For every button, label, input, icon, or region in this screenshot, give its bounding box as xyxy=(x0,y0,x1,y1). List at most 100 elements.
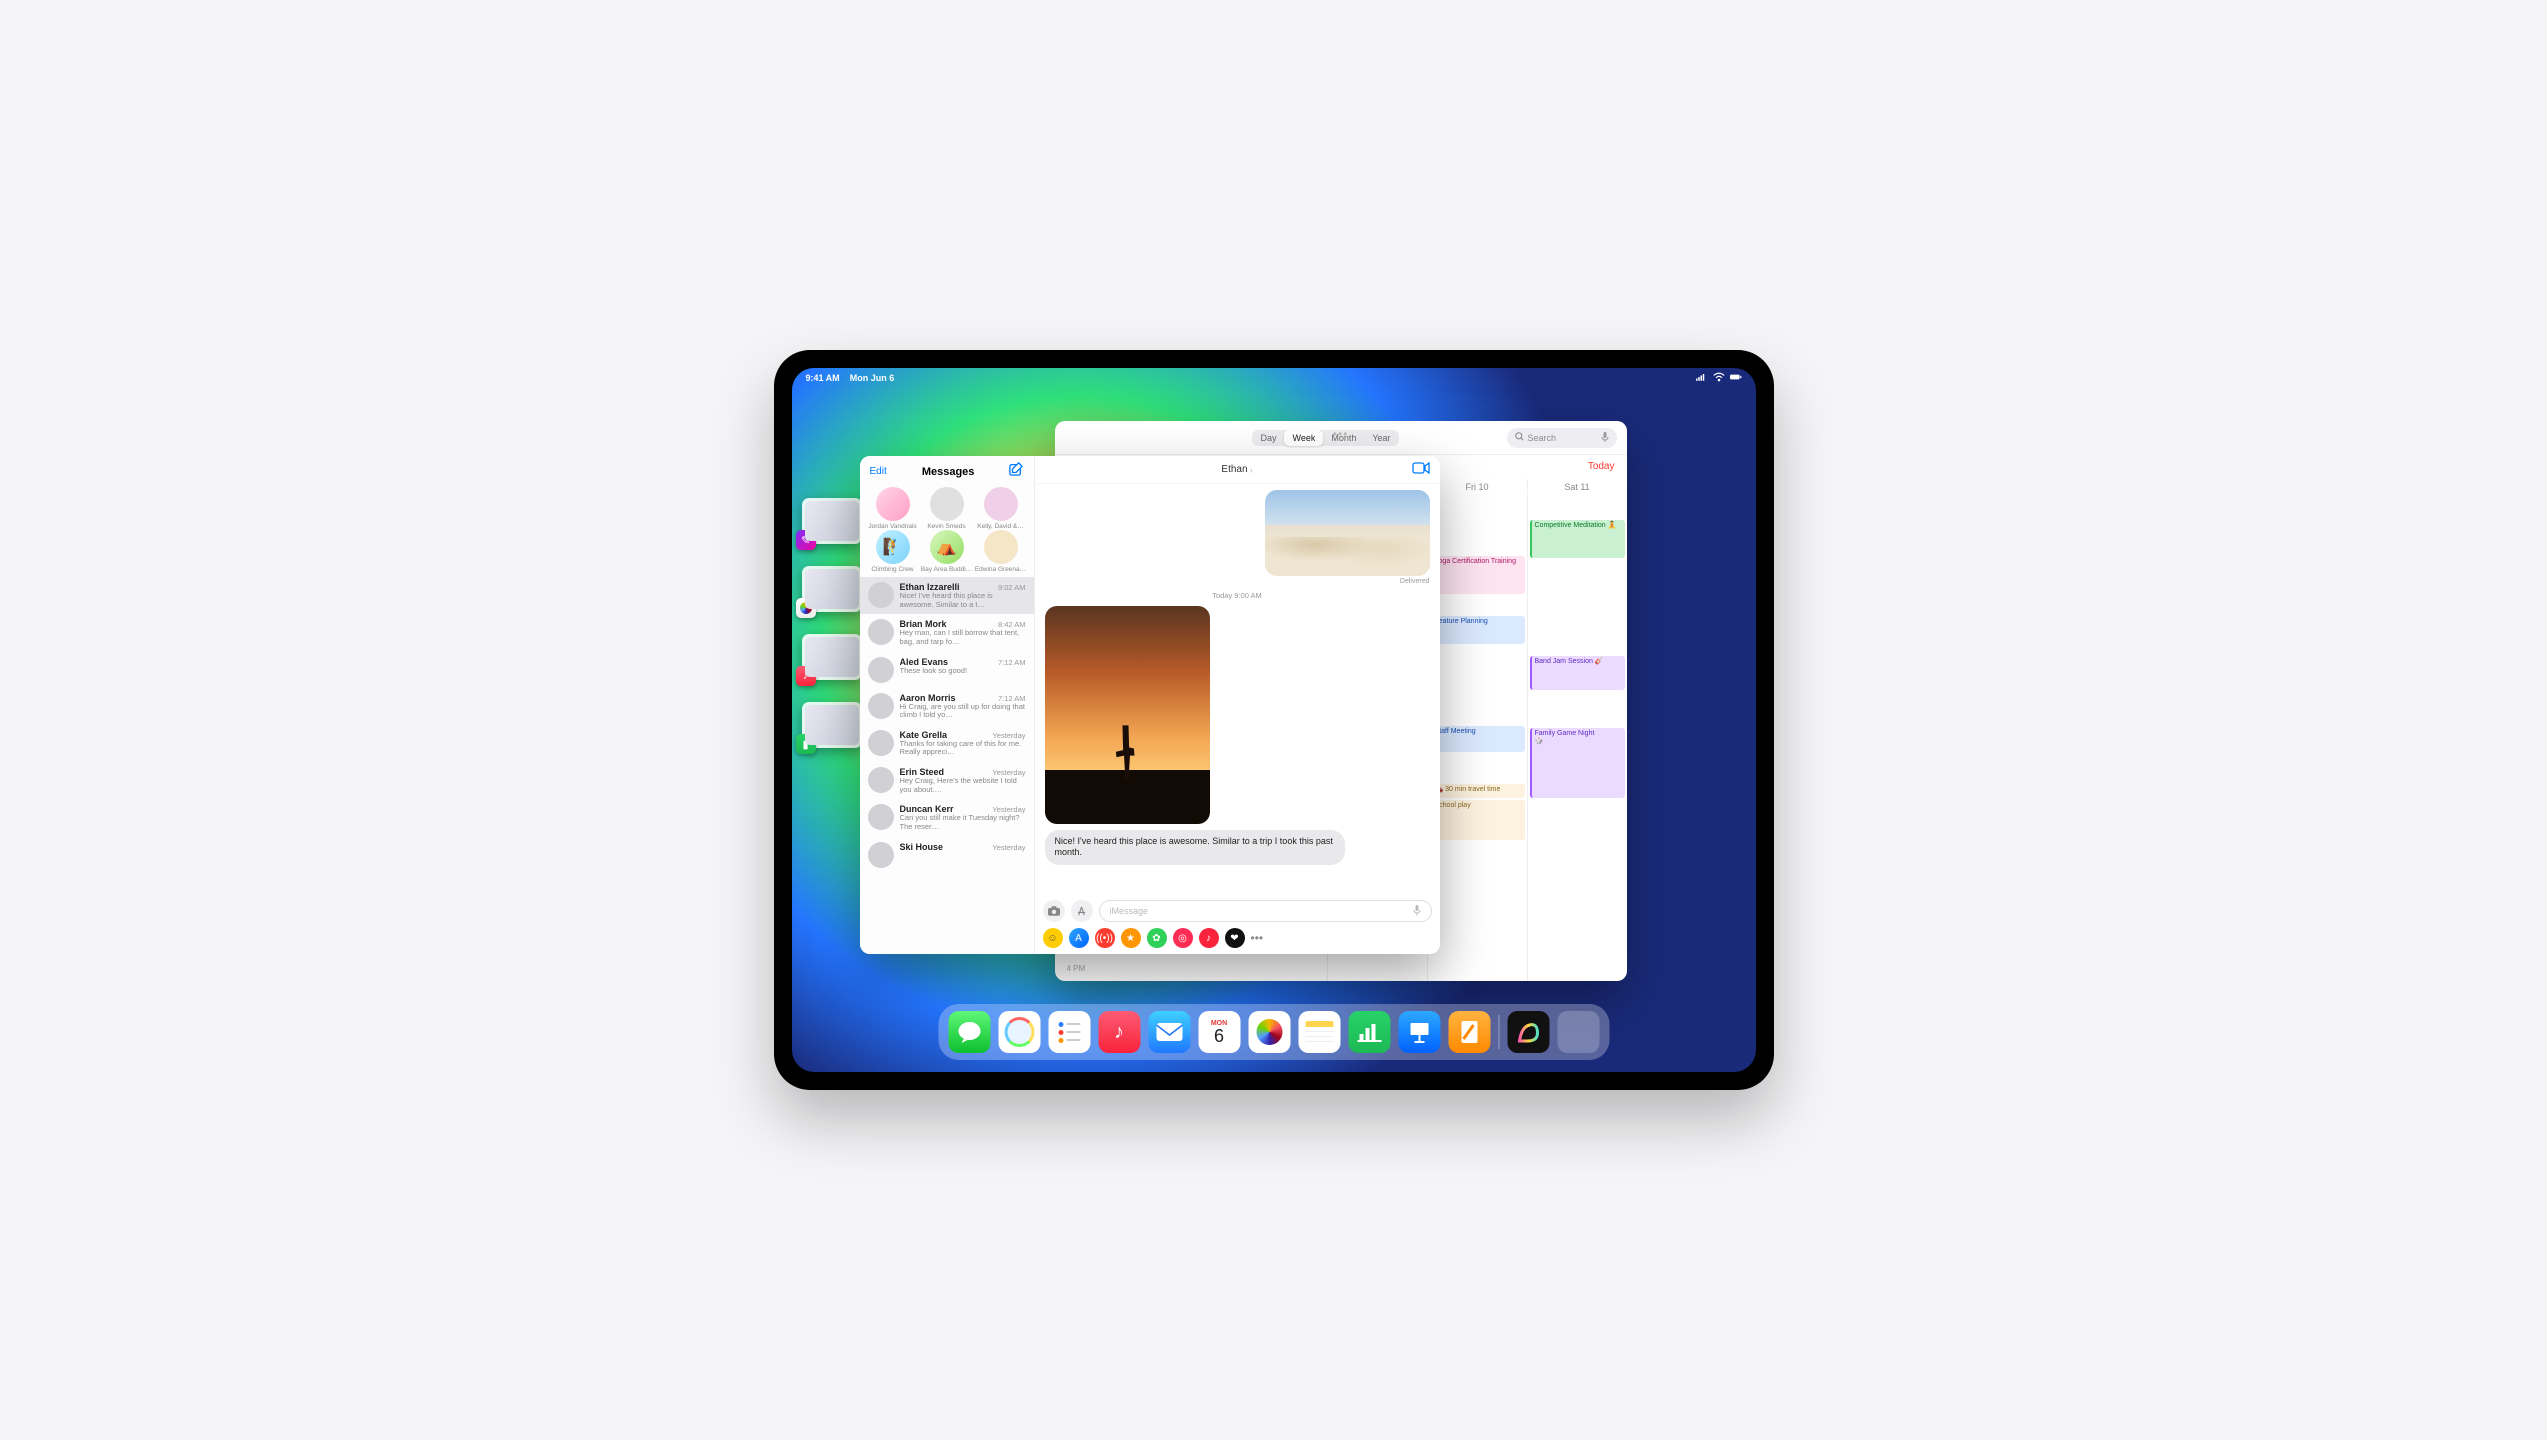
conversation-time: 7:12 AM xyxy=(998,694,1026,703)
camera-button-icon[interactable] xyxy=(1043,900,1065,922)
dock-music-icon[interactable]: ♪ xyxy=(1098,1011,1140,1053)
avatar xyxy=(984,530,1018,564)
dock-mail-icon[interactable] xyxy=(1148,1011,1190,1053)
compose-area: iMessage ☺ A ((•)) ★ ✿ ◎ ♪ xyxy=(1035,894,1440,954)
seg-week[interactable]: Week xyxy=(1284,430,1323,446)
conversation-row[interactable]: Duncan KerrYesterdayCan you still make i… xyxy=(860,799,1034,836)
seg-day[interactable]: Day xyxy=(1252,430,1284,446)
stage-pile-1[interactable]: ✎ xyxy=(802,498,862,544)
dock-notes-icon[interactable] xyxy=(1298,1011,1340,1053)
pinned-conversation[interactable]: Jordan Vandnais xyxy=(866,487,920,530)
dictate-icon[interactable] xyxy=(1413,905,1421,918)
messages-window[interactable]: ••• Edit Messages Jordan Vandnais Kevin S… xyxy=(860,456,1440,954)
memoji-app-icon[interactable]: ☺ xyxy=(1043,928,1063,948)
appstore-app-icon[interactable]: A xyxy=(1069,928,1089,948)
messages-title: Messages xyxy=(922,466,975,478)
conversation-row[interactable]: Ethan Izzarelli9:02 AMNice! I've heard t… xyxy=(860,577,1034,614)
search-placeholder: Search xyxy=(1528,433,1557,443)
pinned-conversation[interactable]: ⛺Bay Area Buddi… xyxy=(920,530,974,573)
conversation-time: 8:42 AM xyxy=(998,620,1026,629)
day-header[interactable]: Sat 11 xyxy=(1527,479,1627,495)
conversation-row[interactable]: Kate GrellaYesterdayThanks for taking ca… xyxy=(860,725,1034,762)
music-app-icon[interactable]: ♪ xyxy=(1199,928,1219,948)
window-multitask-dots-icon[interactable]: ••• xyxy=(1333,427,1349,441)
dock-messages-icon[interactable] xyxy=(948,1011,990,1053)
calendar-event[interactable]: School play xyxy=(1430,800,1525,840)
photos-app-icon[interactable]: ✿ xyxy=(1147,928,1167,948)
conversation-name: Aaron Morris xyxy=(900,693,956,703)
dock-calendar-icon[interactable]: MON 6 xyxy=(1198,1011,1240,1053)
signal-icon xyxy=(1696,372,1708,384)
calendar-event[interactable]: Family Game Night🎲 xyxy=(1530,728,1625,798)
conversation-name: Kate Grella xyxy=(900,730,948,740)
audio-app-icon[interactable]: ((•)) xyxy=(1095,928,1115,948)
conversation-row[interactable]: Aled Evans7:12 AMThese look so good! xyxy=(860,652,1034,688)
dock-procreate-icon[interactable] xyxy=(1507,1011,1549,1053)
conversation-preview: Hi Craig, are you still up for doing tha… xyxy=(900,703,1026,720)
ipad-device-frame: 9:41 AM Mon Jun 6 ✎ xyxy=(774,350,1774,1090)
avatar: 🧗 xyxy=(876,530,910,564)
conversation-row[interactable]: Brian Mork8:42 AMHey man, can I still bo… xyxy=(860,614,1034,651)
day-header[interactable]: Fri 10 xyxy=(1427,479,1527,495)
conversation-row[interactable]: Aaron Morris 7:12 AMHi Craig, are you sti… xyxy=(860,688,1034,725)
calendar-column-sat: Competitive Meditation 🧘 Band Jam Session… xyxy=(1527,496,1627,981)
edit-button[interactable]: Edit xyxy=(870,466,887,477)
mic-icon[interactable] xyxy=(1601,432,1609,444)
calendar-event[interactable]: 🚗 30 min travel time xyxy=(1430,784,1525,798)
imessage-input[interactable]: iMessage xyxy=(1099,900,1432,922)
conversation-time: Yesterday xyxy=(992,805,1025,814)
ipad-screen: 9:41 AM Mon Jun 6 ✎ xyxy=(792,368,1756,1072)
dock-safari-icon[interactable] xyxy=(998,1011,1040,1053)
received-text-bubble[interactable]: Nice! I've heard this place is awesome. … xyxy=(1045,830,1345,865)
seg-year[interactable]: Year xyxy=(1364,430,1398,446)
pinned-conversation[interactable]: Kelly, David &… xyxy=(974,487,1028,530)
dock-app-folder[interactable] xyxy=(1557,1011,1599,1053)
conversation-time: 9:02 AM xyxy=(998,583,1026,592)
avatar xyxy=(868,582,894,608)
calendar-column-fri: Yoga Certification Training Feature Plann… xyxy=(1427,496,1527,981)
dock-reminders-icon[interactable] xyxy=(1048,1011,1090,1053)
fitness-app-icon[interactable]: ◎ xyxy=(1173,928,1193,948)
stage-manager-strip: ✎ ♪ ▮ xyxy=(802,498,864,748)
more-apps-button[interactable]: ••• xyxy=(1251,931,1264,945)
stickers-app-icon[interactable]: ★ xyxy=(1121,928,1141,948)
dock-numbers-icon[interactable] xyxy=(1348,1011,1390,1053)
calendar-event[interactable]: Band Jam Session 🎸 xyxy=(1530,656,1625,690)
app-store-button-icon[interactable] xyxy=(1071,900,1093,922)
dock-pages-icon[interactable] xyxy=(1448,1011,1490,1053)
facetime-button-icon[interactable] xyxy=(1412,461,1430,479)
dock-photos-icon[interactable] xyxy=(1248,1011,1290,1053)
conversation-row[interactable]: Ski HouseYesterday xyxy=(860,837,1034,873)
pinned-conversation[interactable]: 🧗Climbing Crew xyxy=(866,530,920,573)
avatar xyxy=(868,730,894,756)
compose-button-icon[interactable] xyxy=(1009,462,1023,481)
calendar-view-segmented[interactable]: Day Week Month Year xyxy=(1252,430,1398,446)
status-bar: 9:41 AM Mon Jun 6 xyxy=(792,368,1756,388)
calendar-event[interactable]: Competitive Meditation 🧘 xyxy=(1530,520,1625,558)
stage-pile-4[interactable]: ▮ xyxy=(802,702,862,748)
calendar-event[interactable]: Feature Planning xyxy=(1430,616,1525,644)
conversation-preview: Hey man, can I still borrow that tent, b… xyxy=(900,629,1026,646)
avatar xyxy=(876,487,910,521)
stage-pile-2[interactable] xyxy=(802,566,862,612)
conversation-preview: These look so good! xyxy=(900,667,1026,676)
thread-contact-name[interactable]: Ethan xyxy=(1221,464,1247,475)
conversation-time: Yesterday xyxy=(992,768,1025,777)
sent-image-bubble[interactable] xyxy=(1265,490,1430,576)
messages-thread-panel: Ethan › Delivered Today 9:00 AM Nice! I'… xyxy=(1035,456,1440,954)
message-thread[interactable]: Delivered Today 9:00 AM Nice! I've heard… xyxy=(1035,484,1440,894)
received-image-bubble[interactable] xyxy=(1045,606,1210,824)
calendar-event[interactable]: Yoga Certification Training xyxy=(1430,556,1525,594)
avatar: ⛺ xyxy=(930,530,964,564)
pinned-name: Kevin Smeds xyxy=(927,523,965,530)
conversation-row[interactable]: Erin SteedYesterdayHey Craig, Here's the… xyxy=(860,762,1034,799)
dock-keynote-icon[interactable] xyxy=(1398,1011,1440,1053)
digital-touch-app-icon[interactable]: ❤ xyxy=(1225,928,1245,948)
status-time: 9:41 AM xyxy=(806,373,840,383)
pinned-conversation[interactable]: Kevin Smeds xyxy=(920,487,974,530)
calendar-event[interactable]: Staff Meeting xyxy=(1430,726,1525,752)
today-button[interactable]: Today xyxy=(1588,461,1615,472)
stage-pile-3[interactable]: ♪ xyxy=(802,634,862,680)
calendar-search-field[interactable]: Search xyxy=(1507,428,1617,448)
pinned-conversation[interactable]: Edwina Greena… xyxy=(974,530,1028,573)
